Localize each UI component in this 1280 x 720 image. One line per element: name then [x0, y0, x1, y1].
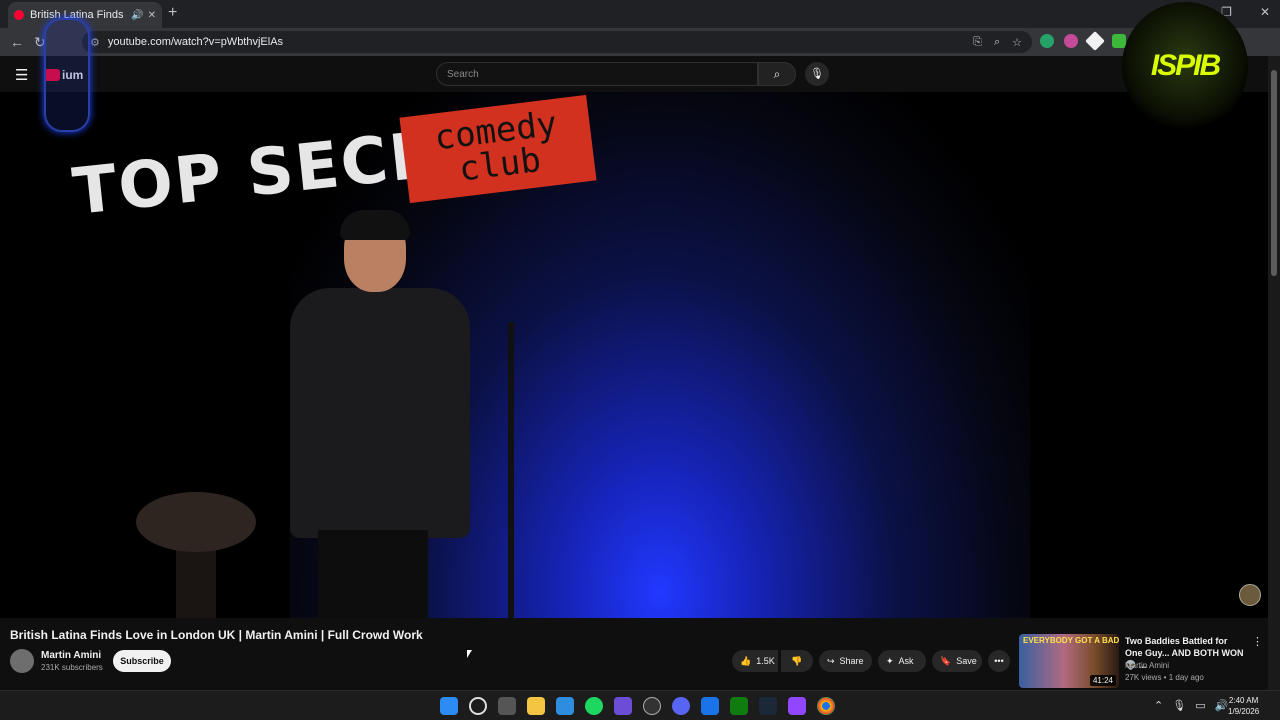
- bookmark-icon: 🔖: [940, 655, 952, 666]
- file-explorer-icon[interactable]: [527, 697, 545, 715]
- floating-avatar-icon[interactable]: [1239, 584, 1261, 606]
- twitch-icon[interactable]: [788, 697, 806, 715]
- stage-stool: [136, 492, 256, 618]
- thumbnail-caption: EVERYBODY GOT A BADDIE: [1023, 636, 1119, 645]
- network-icon[interactable]: ▭: [1195, 699, 1205, 712]
- xbox-icon[interactable]: [730, 697, 748, 715]
- share-icon: ↪: [827, 655, 835, 666]
- start-icon[interactable]: [440, 697, 458, 715]
- search-icon[interactable]: [469, 697, 487, 715]
- mic-icon[interactable]: 🎙: [805, 62, 829, 86]
- clock-date: 1/9/2026: [1228, 707, 1260, 716]
- taskbar-apps: [440, 697, 835, 715]
- mouse-cursor: [467, 650, 472, 658]
- youtube-favicon-icon: [14, 10, 24, 20]
- youtube-header: ☰ ium Search ⌕ 🎙: [0, 56, 1268, 92]
- page-scrollbar[interactable]: [1268, 56, 1280, 690]
- recommended-video-meta: 27K views • 1 day ago: [1125, 673, 1204, 682]
- zoom-icon[interactable]: ⌕: [994, 36, 1000, 49]
- url-text: youtube.com/watch?v=pWbthvjElAs: [107, 36, 284, 48]
- channel-name[interactable]: Martin Amini: [41, 650, 101, 661]
- video-duration: 41:24: [1089, 675, 1116, 686]
- extension-icon[interactable]: [1085, 31, 1105, 51]
- task-view-icon[interactable]: [498, 697, 516, 715]
- kebab-menu-icon[interactable]: ⋮: [1252, 635, 1263, 648]
- discord-icon[interactable]: [672, 697, 690, 715]
- subscribe-button[interactable]: Subscribe: [113, 650, 171, 672]
- mail-icon[interactable]: [701, 697, 719, 715]
- close-tab-icon[interactable]: ✕: [148, 10, 156, 21]
- store-icon[interactable]: [556, 697, 574, 715]
- more-icon: •••: [994, 656, 1004, 666]
- browser-tab-strip: British Latina Finds Love in London 🔊 ✕ …: [0, 0, 1280, 28]
- subscriber-count: 231K subscribers: [41, 663, 103, 672]
- new-tab-button[interactable]: +: [168, 4, 177, 22]
- search-input[interactable]: Search: [436, 62, 758, 86]
- grid-app-icon[interactable]: [614, 697, 632, 715]
- video-title: British Latina Finds Love in London UK |…: [10, 628, 423, 642]
- address-bar[interactable]: ⚙ youtube.com/watch?v=pWbthvjElAs ⎘ ⌕ ☆: [82, 31, 1032, 53]
- obs-icon[interactable]: [643, 697, 661, 715]
- windows-taskbar: ⌃ 🎙 ▭ 🔊 2:40 AM 1/9/2026: [0, 690, 1280, 720]
- like-button[interactable]: 👍 1.5K: [732, 650, 778, 672]
- channel-avatar[interactable]: [10, 649, 34, 673]
- more-actions-button[interactable]: •••: [988, 650, 1010, 672]
- close-window-icon[interactable]: ✕: [1260, 5, 1270, 19]
- chrome-icon[interactable]: [817, 697, 835, 715]
- ask-button[interactable]: ✦ Ask: [878, 650, 926, 672]
- scrollbar-thumb[interactable]: [1271, 70, 1277, 276]
- clock-time: 2:40 AM: [1228, 696, 1259, 705]
- thumbs-down-icon: 👎: [791, 655, 803, 666]
- microphone-icon[interactable]: 🎙: [1172, 699, 1186, 712]
- extensions-bar: [1040, 31, 1126, 51]
- video-player[interactable]: TOP SECRET comedy club: [0, 92, 1268, 618]
- dislike-button[interactable]: 👎: [781, 650, 813, 672]
- comedian-figure: [282, 210, 472, 618]
- browser-toolbar: ← ↻ ⚙ youtube.com/watch?v=pWbthvjElAs ⎘ …: [0, 28, 1280, 56]
- site-info-icon[interactable]: ⚙: [90, 36, 100, 49]
- stream-logo-left: [44, 18, 90, 132]
- mic-stand: [508, 322, 514, 618]
- recommended-video-channel[interactable]: Martin Amini: [1125, 661, 1169, 670]
- speaker-icon[interactable]: 🔊: [131, 10, 143, 21]
- hamburger-menu-icon[interactable]: ☰: [15, 66, 28, 84]
- sparkle-icon: ✦: [886, 655, 894, 666]
- system-tray: ⌃ 🎙 ▭ 🔊: [1154, 699, 1228, 712]
- volume-icon[interactable]: 🔊: [1215, 699, 1229, 712]
- system-clock[interactable]: 2:40 AM 1/9/2026: [1228, 695, 1259, 717]
- extension-icon[interactable]: [1064, 34, 1078, 48]
- share-button[interactable]: ↪ Share: [819, 650, 872, 672]
- stream-logo-globe: ISPIB: [1122, 2, 1248, 130]
- bookmark-star-icon[interactable]: ☆: [1012, 36, 1022, 49]
- thumbs-up-icon: 👍: [740, 655, 752, 666]
- install-icon[interactable]: ⎘: [973, 36, 982, 49]
- search-icon[interactable]: ⌕: [758, 62, 796, 86]
- back-icon[interactable]: ←: [10, 34, 24, 50]
- spotify-icon[interactable]: [585, 697, 603, 715]
- extension-icon[interactable]: [1040, 34, 1054, 48]
- steam-icon[interactable]: [759, 697, 777, 715]
- recommended-video-thumbnail[interactable]: EVERYBODY GOT A BADDIE 41:24: [1019, 634, 1119, 688]
- chevron-up-icon[interactable]: ⌃: [1154, 699, 1163, 712]
- save-button[interactable]: 🔖 Save: [932, 650, 982, 672]
